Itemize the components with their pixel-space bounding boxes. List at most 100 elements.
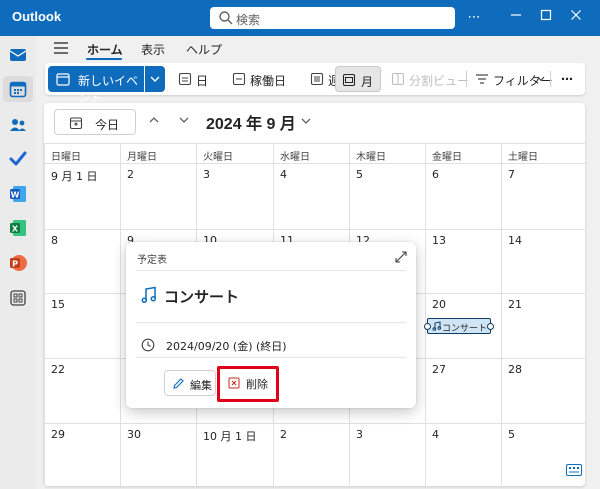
maximize-button[interactable] [536, 8, 556, 28]
resize-handle-right[interactable] [487, 323, 494, 330]
day-cell[interactable]: 22 [44, 358, 120, 423]
word-icon[interactable]: W [8, 184, 28, 204]
day-cell[interactable]: 14 [501, 229, 585, 293]
day-cell[interactable]: 29 [44, 423, 120, 486]
filter-chevron-icon [537, 76, 545, 82]
svg-text:P: P [12, 260, 18, 269]
delete-highlight-box [217, 366, 279, 402]
minimize-button[interactable] [506, 8, 526, 28]
workweek-view-label: 稼働日 [250, 74, 287, 88]
month-view-icon [342, 73, 356, 87]
weekday-header: 金曜日 [425, 143, 501, 163]
apps-icon[interactable] [8, 288, 28, 308]
menu-icon[interactable] [54, 42, 68, 54]
filter-button[interactable]: フィルター [475, 66, 553, 92]
month-picker-chevron-icon[interactable] [300, 116, 312, 126]
new-event-dropdown[interactable] [145, 66, 165, 92]
day-cell[interactable]: 21 [501, 293, 585, 358]
tab-home[interactable]: ホーム [87, 41, 123, 58]
weekday-header: 日曜日 [44, 143, 120, 163]
weekday-header: 木曜日 [349, 143, 425, 163]
music-note-icon [141, 286, 157, 304]
day-view-icon [178, 72, 192, 86]
expand-icon[interactable] [394, 250, 408, 264]
day-cell[interactable]: 28 [501, 358, 585, 423]
keyboard-icon[interactable] [566, 464, 582, 476]
split-view-label: 分割ビュー [409, 74, 470, 88]
filter-icon [476, 74, 488, 84]
toolbar-more-button[interactable]: ⋯ [559, 66, 577, 92]
day-cell[interactable]: 4 [273, 163, 349, 229]
day-view-label: 日 [196, 74, 209, 88]
search-placeholder: 検索 [236, 13, 261, 27]
today-label: 今日 [95, 118, 120, 132]
week-view-icon [310, 72, 324, 86]
chevron-up-icon[interactable] [148, 114, 160, 126]
tab-help[interactable]: ヘルプ [186, 41, 222, 58]
weekday-header: 火曜日 [196, 143, 273, 163]
popup-divider-3 [136, 357, 406, 358]
day-cell[interactable]: 8 [44, 229, 120, 293]
day-cell[interactable]: 10 月 1 日 [196, 423, 273, 486]
search-icon [219, 11, 233, 25]
day-cell[interactable]: 5 [501, 423, 585, 486]
day-cell[interactable]: 2 [273, 423, 349, 486]
new-event-button[interactable]: 新しいイベント [48, 66, 144, 105]
search-box[interactable]: 検索 [210, 7, 455, 29]
day-view-button[interactable]: 日 [178, 66, 222, 92]
todo-icon[interactable] [8, 149, 28, 169]
day-cell[interactable]: 27 [425, 358, 501, 423]
app-rail: W X P [0, 36, 36, 489]
weekday-header: 土曜日 [501, 143, 585, 163]
powerpoint-icon[interactable]: P [8, 253, 28, 273]
day-cell[interactable]: 9 月 1 日 [44, 163, 120, 229]
day-cell[interactable]: 5 [349, 163, 425, 229]
edit-label: 編集 [190, 379, 212, 392]
weekday-header: 月曜日 [120, 143, 196, 163]
tab-view[interactable]: 表示 [141, 41, 165, 58]
calendar-today-icon [69, 117, 83, 130]
resize-handle-left[interactable] [424, 323, 431, 330]
svg-text:W: W [11, 191, 20, 200]
split-view-icon [391, 72, 405, 86]
day-cell[interactable]: 2 [120, 163, 196, 229]
people-icon[interactable] [8, 115, 28, 135]
month-view-button[interactable]: 月 [335, 66, 381, 92]
chevron-down-icon [150, 76, 160, 82]
split-view-button[interactable]: 分割ビュー [391, 66, 470, 92]
today-button[interactable]: 今日 [54, 109, 136, 135]
day-cell[interactable]: 15 [44, 293, 120, 358]
title-bar: Outlook 検索 ⋯ [0, 0, 600, 36]
toolbar-divider-2 [550, 71, 551, 87]
event-date: 2024/09/20 (金) (終日) [166, 340, 287, 353]
edit-button[interactable]: 編集 [164, 370, 216, 396]
workweek-view-button[interactable]: 稼働日 [232, 66, 300, 92]
day-cell[interactable]: 30 [120, 423, 196, 486]
toolbar-divider [466, 71, 467, 87]
more-options-button[interactable]: ⋯ [464, 8, 484, 28]
event-chip-label: コンサート [442, 324, 488, 334]
new-event-label: 新しいイベント [78, 74, 139, 105]
mail-icon[interactable] [8, 44, 28, 64]
workweek-view-icon [232, 72, 246, 86]
popup-divider-2 [136, 322, 406, 323]
month-title[interactable]: 2024 年 9 月 [206, 110, 296, 134]
chevron-down-icon[interactable] [178, 114, 190, 126]
pencil-icon [173, 378, 184, 389]
active-tab-indicator [86, 58, 122, 60]
excel-icon[interactable]: X [8, 218, 28, 238]
day-cell[interactable]: 4 [425, 423, 501, 486]
clock-icon [141, 338, 155, 352]
svg-text:X: X [12, 225, 19, 234]
calendar-icon[interactable] [8, 79, 28, 99]
event-chip-concert[interactable]: コンサート [424, 318, 494, 334]
day-cell[interactable]: 13 [425, 229, 501, 293]
day-cell[interactable]: 7 [501, 163, 585, 229]
day-cell[interactable]: 3 [349, 423, 425, 486]
day-cell[interactable]: 6 [425, 163, 501, 229]
day-cell[interactable]: 3 [196, 163, 273, 229]
ribbon-tabs: ホーム 表示 ヘルプ [36, 36, 600, 62]
popup-divider [136, 270, 406, 271]
popup-header: 予定表 [137, 255, 167, 266]
close-window-button[interactable] [566, 8, 586, 28]
